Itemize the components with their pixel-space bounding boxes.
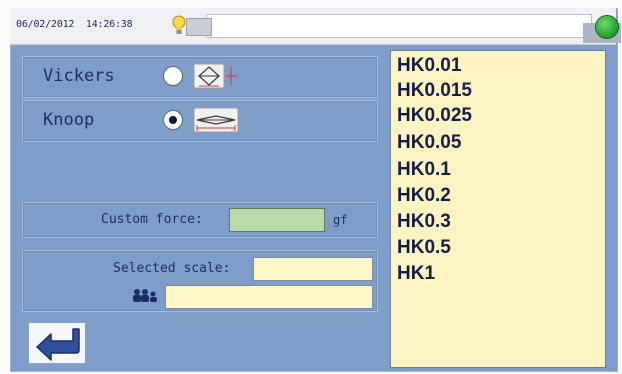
hardness-tester-screen: 06/02/2012 14:26:38 Vickers Knoop Custom… — [0, 0, 622, 374]
scale-item[interactable]: HK0.01 — [397, 55, 461, 77]
selected-scale-field — [253, 257, 373, 281]
scale-item[interactable]: HK0.3 — [397, 211, 451, 233]
custom-force-label: Custom force: — [101, 212, 203, 227]
date: 06/02/2012 — [16, 19, 75, 30]
radio-selected-dot — [169, 116, 177, 124]
back-arrow-icon — [36, 328, 80, 361]
vickers-indenter-icon — [193, 63, 237, 89]
scale-item[interactable]: HK1 — [397, 263, 435, 285]
method-option-vickers[interactable]: Vickers — [22, 56, 378, 98]
method-option-knoop[interactable]: Knoop — [22, 100, 378, 142]
selected-scale-group: Selected scale: — [22, 250, 378, 312]
method-label-knoop: Knoop — [43, 110, 95, 130]
selected-scale-label: Selected scale: — [113, 261, 231, 276]
people-icon — [133, 289, 157, 302]
scale-item[interactable]: HK0.015 — [397, 80, 472, 102]
status-message-field — [206, 14, 621, 43]
datetime: 06/02/2012 14:26:38 — [16, 19, 133, 30]
back-button[interactable] — [28, 322, 86, 364]
selected-scale-user-field — [165, 285, 373, 309]
scale-list[interactable]: HK0.01 HK0.015 HK0.025 HK0.05 HK0.1 HK0.… — [390, 50, 606, 368]
status-led — [596, 16, 618, 38]
custom-force-input[interactable] — [229, 208, 325, 232]
custom-force-group: Custom force: gf — [22, 202, 378, 238]
vickers-radio[interactable] — [163, 66, 183, 86]
scale-item[interactable]: HK0.1 — [397, 159, 451, 181]
custom-force-unit: gf — [333, 213, 348, 227]
knoop-radio[interactable] — [163, 110, 183, 130]
knoop-indenter-icon — [193, 107, 239, 133]
scale-item[interactable]: HK0.05 — [397, 132, 461, 154]
status-bar: 06/02/2012 14:26:38 — [10, 8, 621, 45]
scale-item[interactable]: HK0.5 — [397, 237, 451, 259]
scale-item[interactable]: HK0.2 — [397, 185, 451, 207]
toolbar-slot[interactable] — [186, 18, 212, 36]
time: 14:26:38 — [85, 19, 133, 30]
bulb-icon[interactable] — [172, 15, 186, 37]
method-label-vickers: Vickers — [43, 66, 115, 86]
scale-item[interactable]: HK0.025 — [397, 105, 472, 127]
